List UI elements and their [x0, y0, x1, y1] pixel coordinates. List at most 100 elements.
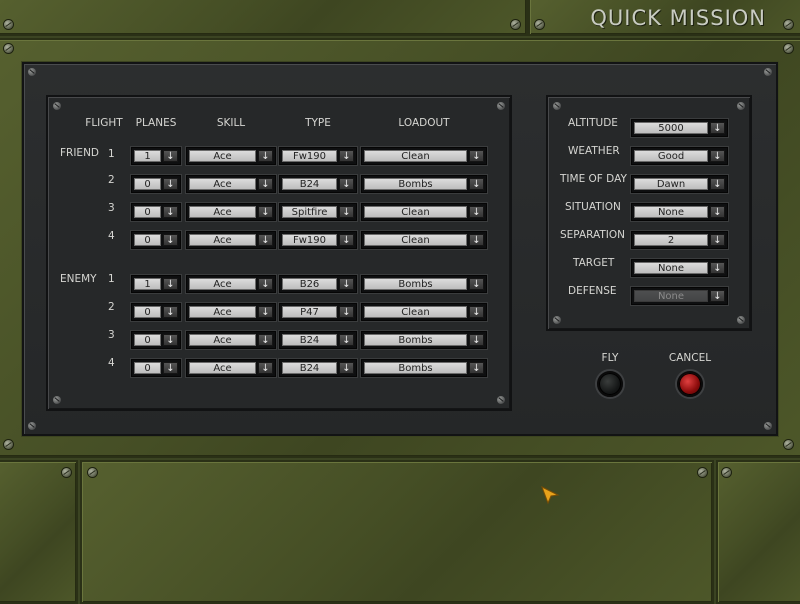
down-arrow-icon[interactable]: ↓	[258, 362, 273, 374]
down-arrow-icon[interactable]: ↓	[163, 362, 178, 374]
enemy-1-type-dropdown[interactable]: B26 ↓	[279, 275, 357, 293]
screw-icon	[722, 468, 731, 477]
dropdown-value: Ace	[189, 206, 256, 218]
friend-2-type-dropdown[interactable]: B24 ↓	[279, 175, 357, 193]
down-arrow-icon[interactable]: ↓	[258, 278, 273, 290]
down-arrow-icon[interactable]: ↓	[710, 234, 725, 246]
enemy-1-skill-dropdown[interactable]: Ace ↓	[186, 275, 276, 293]
friend-2-loadout-dropdown[interactable]: Bombs ↓	[361, 175, 487, 193]
down-arrow-icon[interactable]: ↓	[710, 262, 725, 274]
friend-1-skill-dropdown[interactable]: Ace ↓	[186, 147, 276, 165]
friend-2-skill-dropdown[interactable]: Ace ↓	[186, 175, 276, 193]
down-arrow-icon[interactable]: ↓	[258, 178, 273, 190]
cancel-label: CANCEL	[668, 352, 712, 364]
friend-2-planes-dropdown[interactable]: 0 ↓	[131, 175, 181, 193]
situation-dropdown[interactable]: None ↓	[631, 203, 728, 221]
enemy-1-planes-dropdown[interactable]: 1 ↓	[131, 275, 181, 293]
down-arrow-icon[interactable]: ↓	[339, 206, 354, 218]
enemy-4-loadout-dropdown[interactable]: Bombs ↓	[361, 359, 487, 377]
friend-3-skill-dropdown[interactable]: Ace ↓	[186, 203, 276, 221]
enemy-3-type-dropdown[interactable]: B24 ↓	[279, 331, 357, 349]
enemy-4-type-dropdown[interactable]: B24 ↓	[279, 359, 357, 377]
down-arrow-icon[interactable]: ↓	[339, 362, 354, 374]
enemy-3-skill-dropdown[interactable]: Ace ↓	[186, 331, 276, 349]
down-arrow-icon[interactable]: ↓	[258, 206, 273, 218]
down-arrow-icon[interactable]: ↓	[163, 150, 178, 162]
screw-icon	[535, 20, 544, 29]
down-arrow-icon[interactable]: ↓	[339, 150, 354, 162]
target-dropdown[interactable]: None ↓	[631, 259, 728, 277]
down-arrow-icon[interactable]: ↓	[163, 234, 178, 246]
header-flight: FLIGHT	[85, 117, 123, 129]
down-arrow-icon[interactable]: ↓	[258, 234, 273, 246]
enemy-2-planes-dropdown[interactable]: 0 ↓	[131, 303, 181, 321]
enemy-3-loadout-dropdown[interactable]: Bombs ↓	[361, 331, 487, 349]
separation-dropdown[interactable]: 2 ↓	[631, 231, 728, 249]
down-arrow-icon[interactable]: ↓	[163, 306, 178, 318]
friend-1-loadout-dropdown[interactable]: Clean ↓	[361, 147, 487, 165]
weather-dropdown[interactable]: Good ↓	[631, 147, 728, 165]
enemy-2-loadout-dropdown[interactable]: Clean ↓	[361, 303, 487, 321]
friend-3-loadout-dropdown[interactable]: Clean ↓	[361, 203, 487, 221]
down-arrow-icon[interactable]: ↓	[339, 234, 354, 246]
down-arrow-icon[interactable]: ↓	[469, 278, 484, 290]
friend-4-skill-dropdown[interactable]: Ace ↓	[186, 231, 276, 249]
down-arrow-icon[interactable]: ↓	[710, 206, 725, 218]
down-arrow-icon[interactable]: ↓	[339, 278, 354, 290]
friend-3-planes-dropdown[interactable]: 0 ↓	[131, 203, 181, 221]
friend-3-type-dropdown[interactable]: Spitfire ↓	[279, 203, 357, 221]
down-arrow-icon[interactable]: ↓	[163, 334, 178, 346]
fly-button[interactable]	[597, 371, 623, 397]
down-arrow-icon[interactable]: ↓	[469, 206, 484, 218]
dropdown-value: 0	[134, 306, 161, 318]
down-arrow-icon[interactable]: ↓	[339, 334, 354, 346]
weather-label: WEATHER	[568, 145, 620, 157]
down-arrow-icon[interactable]: ↓	[469, 234, 484, 246]
down-arrow-icon[interactable]: ↓	[163, 278, 178, 290]
down-arrow-icon[interactable]: ↓	[469, 150, 484, 162]
down-arrow-icon[interactable]: ↓	[710, 150, 725, 162]
down-arrow-icon[interactable]: ↓	[163, 178, 178, 190]
altitude-dropdown[interactable]: 5000 ↓	[631, 119, 728, 137]
down-arrow-icon[interactable]: ↓	[469, 334, 484, 346]
enemy-3-planes-dropdown[interactable]: 0 ↓	[131, 331, 181, 349]
friend-4-planes-dropdown[interactable]: 0 ↓	[131, 231, 181, 249]
down-arrow-icon: ↓	[710, 290, 725, 302]
dropdown-value: 0	[134, 178, 161, 190]
time-of-day-dropdown[interactable]: Dawn ↓	[631, 175, 728, 193]
down-arrow-icon[interactable]: ↓	[469, 362, 484, 374]
down-arrow-icon[interactable]: ↓	[339, 306, 354, 318]
altitude-label: ALTITUDE	[568, 117, 618, 129]
enemy-4-skill-dropdown[interactable]: Ace ↓	[186, 359, 276, 377]
down-arrow-icon[interactable]: ↓	[469, 178, 484, 190]
down-arrow-icon[interactable]: ↓	[163, 206, 178, 218]
enemy-1-loadout-dropdown[interactable]: Bombs ↓	[361, 275, 487, 293]
friend-flight-number: 1	[108, 148, 115, 160]
down-arrow-icon[interactable]: ↓	[339, 178, 354, 190]
enemy-2-type-dropdown[interactable]: P47 ↓	[279, 303, 357, 321]
down-arrow-icon[interactable]: ↓	[258, 150, 273, 162]
enemy-4-planes-dropdown[interactable]: 0 ↓	[131, 359, 181, 377]
down-arrow-icon[interactable]: ↓	[469, 306, 484, 318]
screw-icon	[497, 102, 505, 110]
enemy-flight-number: 1	[108, 273, 115, 285]
screw-icon	[28, 422, 36, 430]
friend-1-type-dropdown[interactable]: Fw190 ↓	[279, 147, 357, 165]
down-arrow-icon[interactable]: ↓	[710, 122, 725, 134]
separation-label: SEPARATION	[560, 229, 626, 241]
bottom-center-plate	[80, 460, 714, 604]
down-arrow-icon[interactable]: ↓	[258, 334, 273, 346]
friend-1-planes-dropdown[interactable]: 1 ↓	[131, 147, 181, 165]
screw-icon	[88, 468, 97, 477]
dropdown-value: Ace	[189, 234, 256, 246]
friend-4-type-dropdown[interactable]: Fw190 ↓	[279, 231, 357, 249]
down-arrow-icon[interactable]: ↓	[710, 178, 725, 190]
friend-4-loadout-dropdown[interactable]: Clean ↓	[361, 231, 487, 249]
down-arrow-icon[interactable]: ↓	[258, 306, 273, 318]
bottom-left-plate	[0, 460, 78, 604]
cancel-button[interactable]	[677, 371, 703, 397]
friend-flight-number: 3	[108, 202, 115, 214]
enemy-2-skill-dropdown[interactable]: Ace ↓	[186, 303, 276, 321]
screw-icon	[62, 468, 71, 477]
dropdown-value: None	[634, 290, 708, 302]
